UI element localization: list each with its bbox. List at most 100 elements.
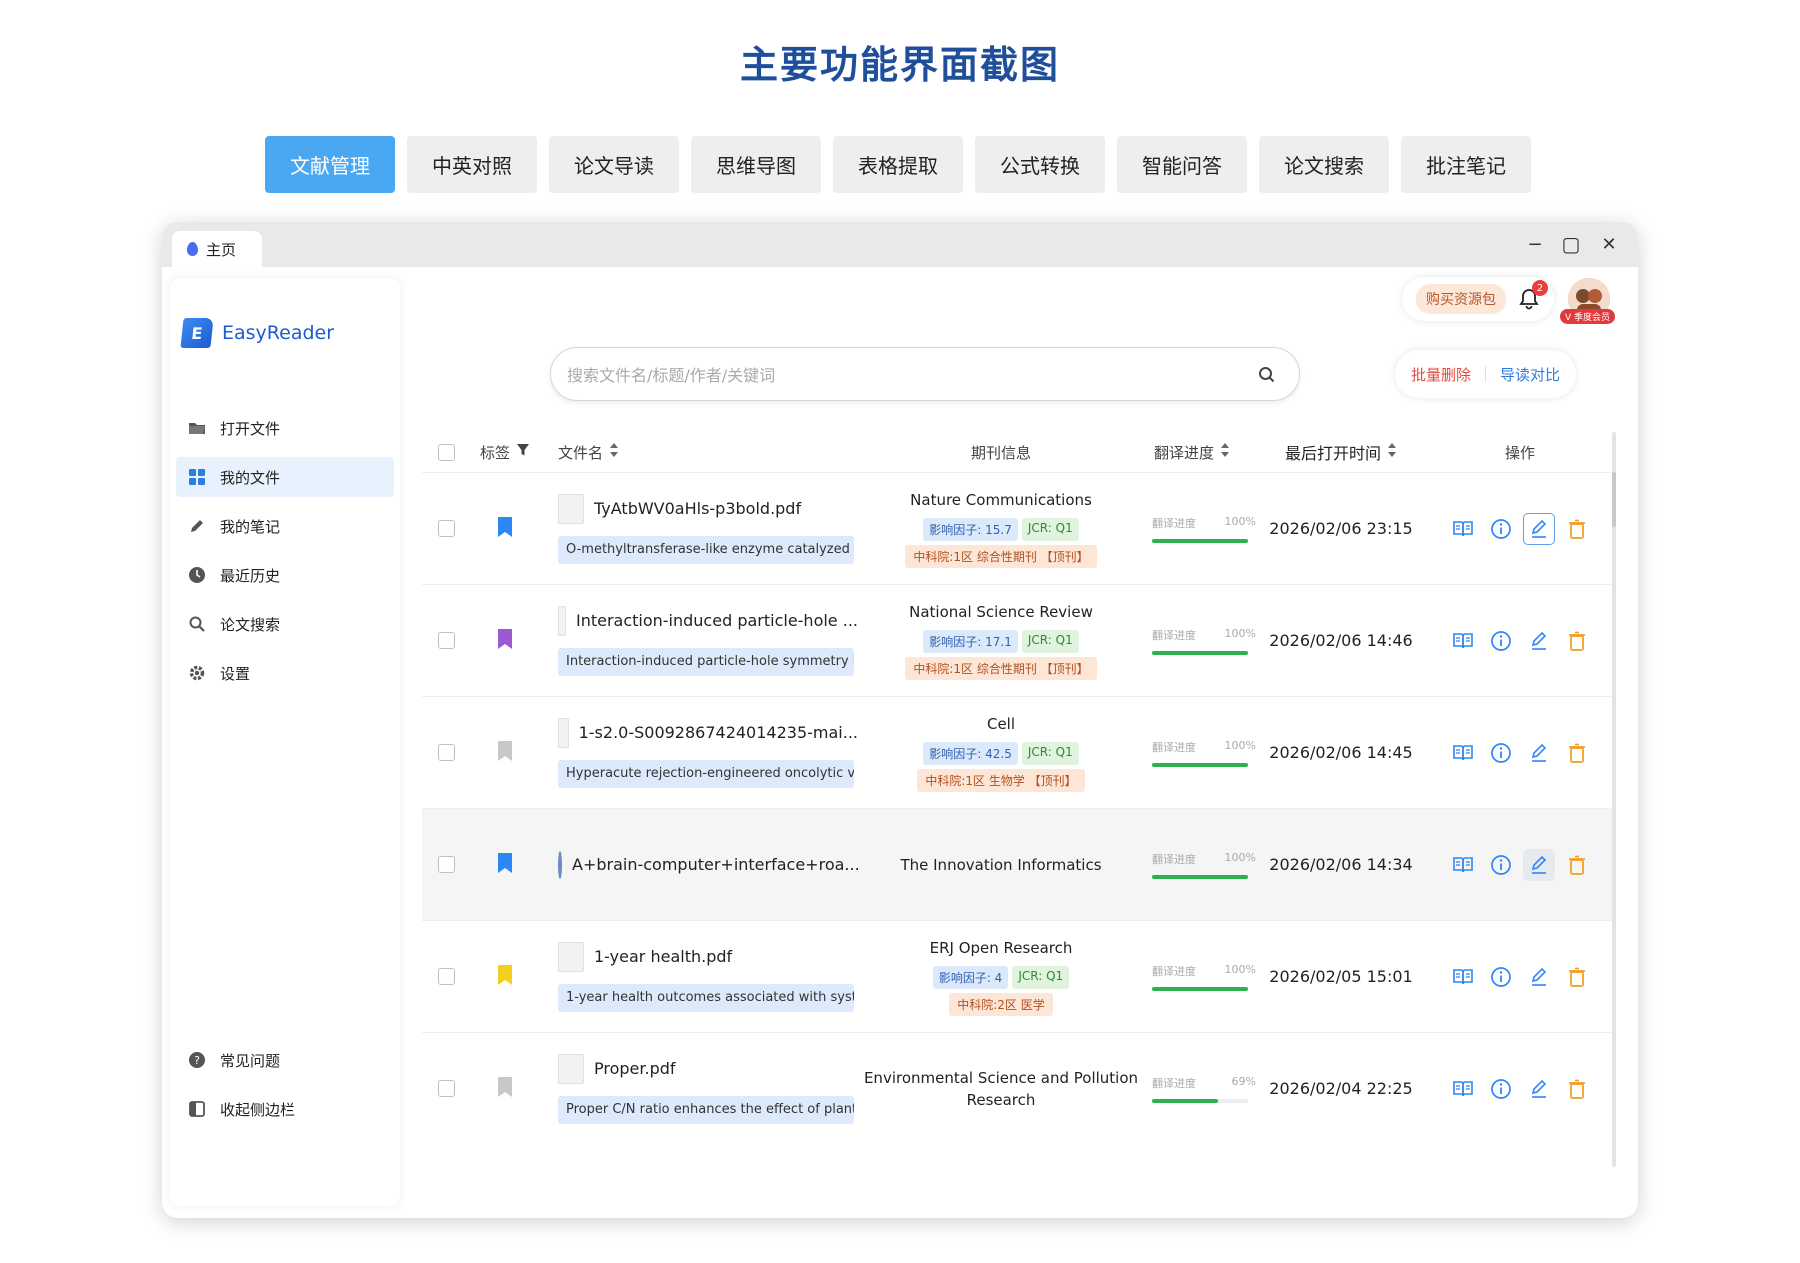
feature-tab[interactable]: 表格提取: [833, 136, 963, 193]
row-checkbox[interactable]: [437, 856, 455, 873]
trash-icon[interactable]: [1565, 517, 1589, 541]
tag-cell: [470, 852, 540, 878]
info-icon[interactable]: [1489, 853, 1513, 877]
filename[interactable]: Interaction-induced particle-hole ...: [558, 605, 858, 636]
filter-icon[interactable]: [516, 443, 530, 461]
scrollbar-thumb[interactable]: [1612, 472, 1616, 527]
bookmark-icon[interactable]: [497, 740, 513, 766]
progress-fill: [1152, 986, 1248, 991]
brand[interactable]: E EasyReader: [180, 318, 334, 348]
header-journal-label: 期刊信息: [970, 443, 1031, 462]
edit-icon[interactable]: [1523, 512, 1555, 545]
bookmark-icon[interactable]: [497, 852, 513, 878]
compare-button[interactable]: 导读对比: [1500, 364, 1560, 385]
read-book-icon[interactable]: [1451, 517, 1475, 541]
filename[interactable]: 1-s2.0-S0092867424014235-mai...: [558, 717, 858, 748]
close-icon[interactable]: ✕: [1598, 233, 1620, 255]
read-book-icon[interactable]: [1451, 741, 1475, 765]
info-icon[interactable]: [1489, 629, 1513, 653]
buy-resource-button[interactable]: 购买资源包: [1416, 284, 1506, 314]
sidebar-item[interactable]: 收起侧边栏: [176, 1089, 394, 1129]
trash-icon[interactable]: [1565, 741, 1589, 765]
info-icon[interactable]: [1489, 1077, 1513, 1101]
edit-icon[interactable]: [1523, 848, 1555, 881]
journal-name: Environmental Science and Pollution Rese…: [863, 1068, 1139, 1109]
sidebar-item[interactable]: 最近历史: [176, 555, 394, 595]
sort-icon[interactable]: [1220, 442, 1230, 462]
sidebar-item[interactable]: 打开文件: [176, 408, 394, 448]
progress-cell: 翻译进度 100%: [1144, 515, 1256, 543]
filename-cell: 1-year health.pdf 1-year health outcomes …: [540, 941, 858, 1012]
edit-icon[interactable]: [1527, 629, 1551, 653]
batch-delete-button[interactable]: 批量删除: [1411, 364, 1471, 385]
trash-icon[interactable]: [1565, 629, 1589, 653]
table-row[interactable]: Proper.pdf Proper C/N ratio enhances the …: [422, 1032, 1614, 1144]
feature-tab[interactable]: 中英对照: [407, 136, 537, 193]
search-input[interactable]: [567, 360, 1227, 390]
progress-percent: 100%: [1224, 626, 1256, 640]
table-row[interactable]: 1-year health.pdf 1-year health outcomes …: [422, 920, 1614, 1032]
row-checkbox[interactable]: [437, 1080, 455, 1097]
feature-tab[interactable]: 思维导图: [691, 136, 821, 193]
header-tag[interactable]: 标签: [470, 442, 540, 463]
read-book-icon[interactable]: [1451, 1077, 1475, 1101]
bookmark-icon[interactable]: [497, 628, 513, 654]
edit-icon[interactable]: [1527, 741, 1551, 765]
info-icon[interactable]: [1489, 965, 1513, 989]
sidebar-item-label: 打开文件: [220, 419, 281, 438]
sidebar-item[interactable]: 我的笔记: [176, 506, 394, 546]
search-icon[interactable]: [1257, 365, 1277, 385]
sidebar-item[interactable]: 我的文件: [176, 457, 394, 497]
trash-icon[interactable]: [1565, 965, 1589, 989]
minimize-icon[interactable]: −: [1524, 233, 1546, 255]
table-row[interactable]: 1-s2.0-S0092867424014235-mai... Hyperacut…: [422, 696, 1614, 808]
bookmark-icon[interactable]: [497, 516, 513, 542]
bookmark-icon[interactable]: [497, 964, 513, 990]
header-filename[interactable]: 文件名: [540, 442, 858, 463]
feature-tab[interactable]: 智能问答: [1117, 136, 1247, 193]
row-checkbox[interactable]: [437, 520, 455, 537]
read-book-icon[interactable]: [1451, 853, 1475, 877]
trash-icon[interactable]: [1565, 853, 1589, 877]
sort-icon[interactable]: [1387, 442, 1397, 462]
feature-tab[interactable]: 文献管理: [265, 136, 395, 193]
filename[interactable]: TyAtbWV0aHls-p3bold.pdf: [558, 493, 858, 524]
filename[interactable]: A+brain-computer+interface+roa...: [558, 850, 860, 879]
journal-name: Cell: [986, 715, 1016, 733]
table-row[interactable]: A+brain-computer+interface+roa... The Inn…: [422, 808, 1614, 920]
row-checkbox[interactable]: [437, 968, 455, 985]
sidebar-item[interactable]: 设置: [176, 653, 394, 693]
scrollbar[interactable]: [1612, 432, 1616, 1167]
sidebar: E EasyReader 打开文件我的文件我的笔记最近历史论文搜索设置 ? 常见问…: [170, 278, 400, 1206]
sort-icon[interactable]: [609, 442, 619, 462]
feature-tab[interactable]: 公式转换: [975, 136, 1105, 193]
table-row[interactable]: Interaction-induced particle-hole ... Int…: [422, 584, 1614, 696]
filename[interactable]: 1-year health.pdf: [558, 941, 858, 972]
feature-tab[interactable]: 论文导读: [549, 136, 679, 193]
table-row[interactable]: TyAtbWV0aHls-p3bold.pdf O-methyltransfera…: [422, 472, 1614, 584]
info-icon[interactable]: [1489, 517, 1513, 541]
bookmark-icon[interactable]: [497, 1076, 513, 1102]
bell-icon[interactable]: 2: [1518, 280, 1548, 310]
feature-tab[interactable]: 论文搜索: [1259, 136, 1389, 193]
row-checkbox[interactable]: [437, 744, 455, 761]
avatar[interactable]: V 季度会员: [1560, 278, 1616, 324]
feature-tab[interactable]: 批注笔记: [1401, 136, 1531, 193]
info-icon[interactable]: [1489, 741, 1513, 765]
maximize-icon[interactable]: ▢: [1560, 232, 1582, 256]
sidebar-item[interactable]: 论文搜索: [176, 604, 394, 644]
edit-icon[interactable]: [1527, 1077, 1551, 1101]
read-book-icon[interactable]: [1451, 629, 1475, 653]
edit-icon[interactable]: [1527, 965, 1551, 989]
filename[interactable]: Proper.pdf: [558, 1053, 858, 1084]
header-last-opened[interactable]: 最后打开时间: [1256, 440, 1426, 464]
row-checkbox[interactable]: [437, 632, 455, 649]
header-progress[interactable]: 翻译进度: [1144, 442, 1256, 463]
tab-home[interactable]: 主页: [172, 231, 262, 267]
trash-icon[interactable]: [1565, 1077, 1589, 1101]
sidebar-item[interactable]: ? 常见问题: [176, 1040, 394, 1080]
ops-cell: [1426, 629, 1614, 653]
read-book-icon[interactable]: [1451, 965, 1475, 989]
select-all-checkbox[interactable]: [437, 443, 455, 461]
last-opened-time: 2026/02/06 23:15: [1269, 519, 1413, 538]
